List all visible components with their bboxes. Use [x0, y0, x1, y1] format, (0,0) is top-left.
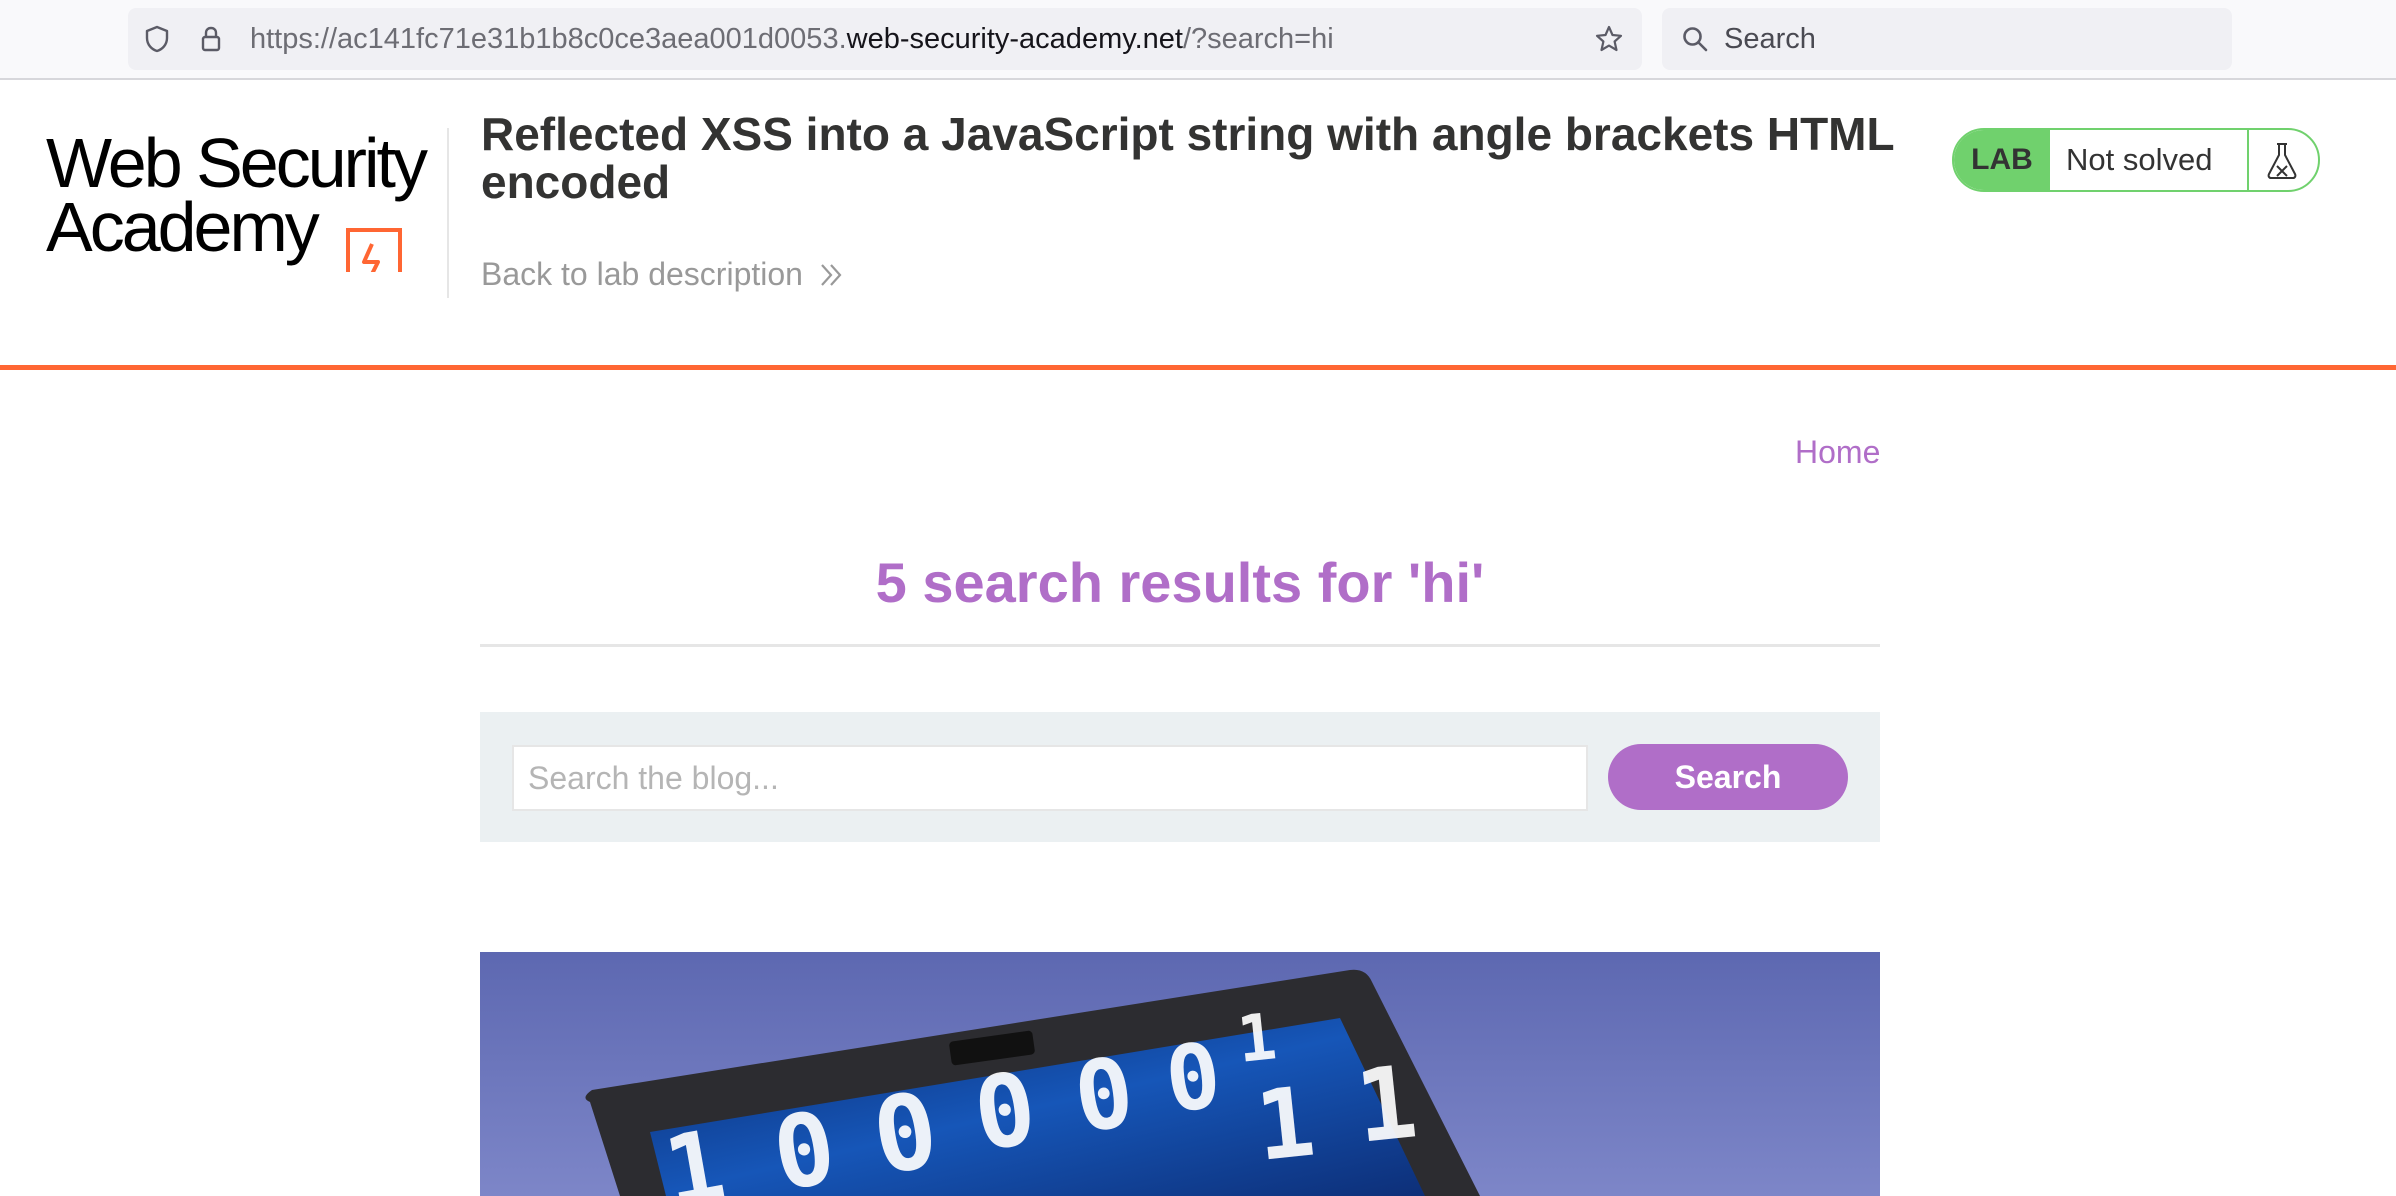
- blog-search-form: Search: [480, 712, 1880, 842]
- logo[interactable]: Web Security Academy: [42, 122, 442, 272]
- shield-icon[interactable]: [142, 24, 172, 54]
- flask-icon: [2267, 143, 2297, 179]
- blog-search-input[interactable]: [512, 745, 1588, 811]
- browser-search-placeholder: Search: [1724, 23, 1816, 55]
- lab-status-text: Not solved: [2066, 142, 2213, 177]
- logo-line2: Academy: [46, 188, 320, 266]
- laptop-binary-image: 1 1 0 0 0 0 0 1 1: [480, 952, 1880, 1196]
- double-chevron-right-icon: [821, 263, 842, 286]
- url-suffix: /?search=hi: [1182, 23, 1334, 55]
- url-host: web-security-academy.net: [846, 23, 1183, 55]
- svg-text:1: 1: [1251, 1065, 1320, 1182]
- browser-search-bar[interactable]: Search: [1662, 8, 2232, 70]
- status-separator: [2247, 130, 2249, 190]
- star-icon[interactable]: [1594, 24, 1624, 54]
- lab-status-widget: LAB Not solved: [1952, 128, 2320, 192]
- search-icon: [1683, 27, 1708, 52]
- url-prefix: https://ac141fc71e31b1b8c0ce3aea001d0053…: [250, 23, 847, 55]
- lock-icon[interactable]: [196, 24, 226, 54]
- search-results-heading: 5 search results for 'hi': [875, 551, 1485, 614]
- url-bar[interactable]: https://ac141fc71e31b1b8c0ce3aea001d0053…: [128, 8, 1642, 70]
- back-link-label: Back to lab description: [481, 256, 803, 292]
- heading-divider: [480, 644, 1880, 647]
- header-divider: [447, 128, 449, 298]
- svg-text:1: 1: [1350, 1043, 1422, 1166]
- home-link[interactable]: Home: [1795, 434, 1880, 471]
- lab-badge: LAB: [1954, 130, 2050, 190]
- browser-toolbar: https://ac141fc71e31b1b8c0ce3aea001d0053…: [0, 0, 2396, 80]
- back-to-lab-description-link[interactable]: Back to lab description: [481, 256, 845, 293]
- url-text[interactable]: https://ac141fc71e31b1b8c0ce3aea001d0053…: [250, 23, 1334, 55]
- svg-text:1: 1: [1234, 1000, 1280, 1078]
- lab-title: Reflected XSS into a JavaScript string w…: [481, 108, 1894, 208]
- search-button[interactable]: Search: [1608, 744, 1848, 810]
- blog-post-image[interactable]: 1 1 0 0 0 0 0 1 1: [480, 952, 1880, 1196]
- lab-header: Web Security Academy Reflected XSS into …: [0, 80, 2396, 370]
